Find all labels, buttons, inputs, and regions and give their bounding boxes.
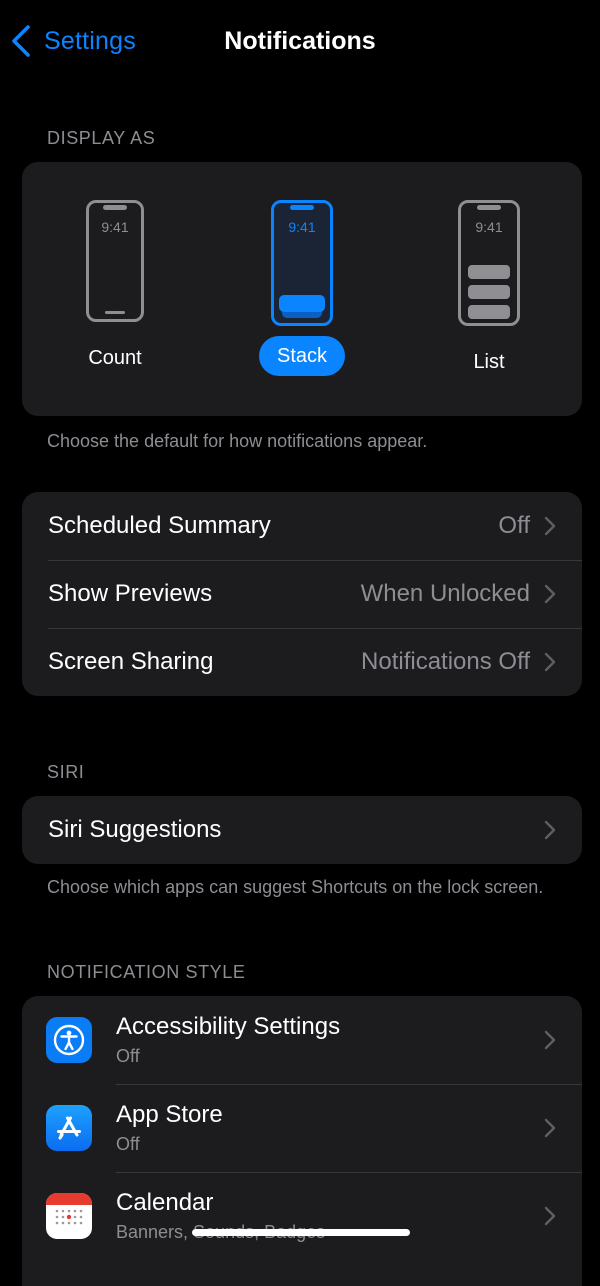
display-option-stack-label: Stack <box>258 336 346 376</box>
app-notification-status: Off <box>116 1046 140 1066</box>
display-option-count-label: Count <box>88 347 142 369</box>
stack-notification <box>279 295 325 312</box>
list-phone-preview: 9:41 <box>458 200 520 326</box>
chevron-right-icon <box>544 652 556 672</box>
app-row-calendar[interactable]: Calendar Banners, Sounds, Badges <box>22 1172 582 1260</box>
app-row-accessibility-settings[interactable]: Accessibility Settings Off <box>22 996 582 1084</box>
app-text: App Store Off <box>116 1100 544 1156</box>
show-previews-value: When Unlocked <box>360 580 530 607</box>
notification-style-header: NOTIFICATION STYLE <box>47 962 246 982</box>
app-text: Accessibility Settings Off <box>116 1012 544 1068</box>
siri-header: SIRI <box>47 762 85 782</box>
display-as-card: 9:41 Count 9:41 Stack 9:41 List <box>22 162 582 416</box>
calendar-header-band <box>46 1193 92 1205</box>
list-notification <box>468 285 510 299</box>
chevron-right-icon <box>544 584 556 604</box>
general-settings-card: Scheduled Summary Off Show Previews When… <box>22 492 582 696</box>
phone-notch <box>477 205 501 210</box>
siri-suggestions-row[interactable]: Siri Suggestions <box>22 796 582 864</box>
display-option-list-label: List <box>473 351 505 373</box>
scheduled-summary-row[interactable]: Scheduled Summary Off <box>22 492 582 560</box>
phone-time: 9:41 <box>288 219 316 235</box>
siri-footnote: Choose which apps can suggest Shortcuts … <box>47 877 544 897</box>
page-title: Notifications <box>224 27 376 55</box>
phone-home-bar <box>105 311 125 314</box>
scheduled-summary-label: Scheduled Summary <box>48 512 271 539</box>
show-previews-label: Show Previews <box>48 580 213 607</box>
accessibility-icon <box>46 1017 92 1063</box>
calendar-icon <box>46 1193 92 1239</box>
siri-suggestions-label: Siri Suggestions <box>48 816 222 843</box>
display-as-footnote: Choose the default for how notifications… <box>47 431 428 451</box>
show-previews-row[interactable]: Show Previews When Unlocked <box>22 560 582 628</box>
home-indicator[interactable] <box>192 1229 410 1236</box>
screen-sharing-label: Screen Sharing <box>48 648 214 675</box>
list-notification <box>468 305 510 319</box>
screen-sharing-value: Notifications Off <box>361 648 530 675</box>
siri-card: Siri Suggestions <box>22 796 582 864</box>
chevron-right-icon <box>544 516 556 536</box>
app-name: App Store <box>116 1101 223 1128</box>
stack-phone-preview: 9:41 <box>271 200 333 326</box>
count-phone-preview: 9:41 <box>86 200 144 322</box>
chevron-right-icon <box>544 1118 556 1138</box>
chevron-right-icon <box>544 1030 556 1050</box>
display-option-list[interactable]: 9:41 List <box>419 200 559 382</box>
phone-notch <box>290 205 314 210</box>
list-notification <box>468 265 510 279</box>
app-notification-status: Off <box>116 1134 140 1154</box>
scheduled-summary-value: Off <box>498 512 530 539</box>
display-as-header: DISPLAY AS <box>47 128 156 148</box>
app-store-icon <box>46 1105 92 1151</box>
display-option-stack[interactable]: 9:41 Stack <box>232 200 372 376</box>
display-option-count[interactable]: 9:41 Count <box>45 200 185 378</box>
app-row-app-store[interactable]: App Store Off <box>22 1084 582 1172</box>
chevron-right-icon <box>544 1206 556 1226</box>
phone-notch <box>103 205 127 210</box>
chevron-right-icon <box>544 820 556 840</box>
navigation-bar: Settings Notifications <box>0 0 600 82</box>
app-name: Accessibility Settings <box>116 1013 341 1040</box>
screen-sharing-row[interactable]: Screen Sharing Notifications Off <box>22 628 582 696</box>
phone-time: 9:41 <box>475 219 503 235</box>
app-name: Calendar <box>116 1189 214 1216</box>
phone-time: 9:41 <box>101 219 129 235</box>
notification-style-card: Accessibility Settings Off App Store Off <box>22 996 582 1286</box>
